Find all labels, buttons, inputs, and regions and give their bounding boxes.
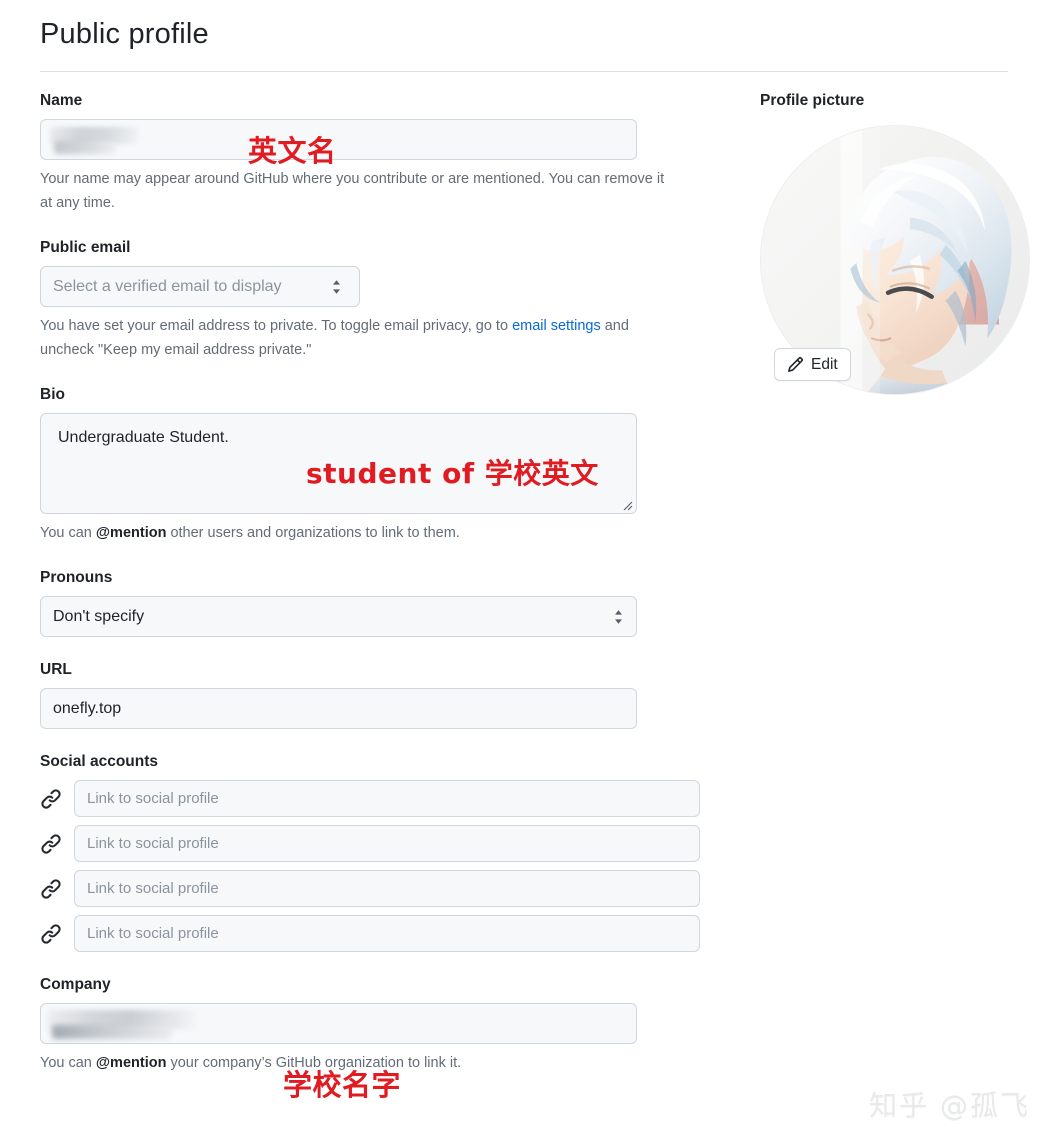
page-title: Public profile — [40, 18, 209, 50]
company-input[interactable] — [40, 1003, 637, 1044]
link-icon — [40, 833, 62, 855]
social-account-row — [40, 915, 700, 952]
company-input-wrapper — [40, 1003, 637, 1044]
edit-avatar-button[interactable]: Edit — [774, 348, 851, 381]
header-divider — [40, 71, 1008, 72]
public-email-selected-value: Select a verified email to display — [53, 277, 282, 295]
annotation-name: 英文名 — [248, 134, 337, 168]
bio-value: Undergraduate Student. — [58, 429, 229, 446]
annotation-company: 学校名字 — [283, 1068, 402, 1102]
public-email-help-text: You have set your email address to priva… — [40, 314, 670, 362]
public-email-select[interactable]: Select a verified email to display — [40, 266, 360, 307]
profile-picture-section: Profile picture Edit — [760, 90, 1040, 395]
public-profile-settings-page: Public profile Name Your name may appear… — [0, 0, 1048, 1142]
social-account-row — [40, 870, 700, 907]
profile-form: Name Your name may appear around GitHub … — [40, 90, 700, 1075]
chevron-updown-icon — [331, 279, 342, 295]
bio-help-before: You can — [40, 525, 96, 541]
name-input[interactable] — [40, 119, 637, 160]
pronouns-selected-value: Don't specify — [53, 607, 145, 625]
watermark: 知乎 @孤飞 — [869, 1089, 1030, 1122]
company-label: Company — [40, 976, 111, 993]
company-field-group: Company You can @mention your company’s … — [40, 974, 700, 1075]
pronouns-select[interactable]: Don't specify — [40, 596, 637, 637]
public-email-field-group: Public email Select a verified email to … — [40, 237, 700, 362]
company-help-before: You can — [40, 1055, 96, 1071]
social-profile-input[interactable] — [74, 780, 700, 817]
url-field-group: URL — [40, 659, 700, 729]
bio-help-text: You can @mention other users and organiz… — [40, 521, 670, 545]
pronouns-field-group: Pronouns Don't specify — [40, 567, 700, 637]
url-label: URL — [40, 661, 72, 678]
pencil-icon — [787, 356, 804, 373]
name-field-group: Name Your name may appear around GitHub … — [40, 90, 700, 215]
url-input[interactable] — [40, 688, 637, 729]
social-profile-input[interactable] — [74, 915, 700, 952]
profile-picture-label: Profile picture — [760, 92, 865, 109]
link-icon — [40, 878, 62, 900]
social-accounts-group: Social accounts — [40, 751, 700, 952]
social-profile-input[interactable] — [74, 825, 700, 862]
bio-help-after: other users and organizations to link to… — [166, 525, 460, 541]
name-input-wrapper — [40, 119, 637, 160]
social-account-row — [40, 780, 700, 817]
public-email-help-before: You have set your email address to priva… — [40, 318, 513, 334]
name-label: Name — [40, 92, 83, 109]
annotation-bio: student of 学校英文 — [306, 457, 599, 490]
social-profile-input[interactable] — [74, 870, 700, 907]
pronouns-label: Pronouns — [40, 569, 113, 586]
name-help-text: Your name may appear around GitHub where… — [40, 171, 665, 211]
chevron-updown-icon — [613, 609, 624, 625]
social-account-row — [40, 825, 700, 862]
company-mention-token: @mention — [95, 1055, 167, 1071]
link-icon — [40, 788, 62, 810]
resize-grip-icon[interactable] — [621, 498, 633, 511]
email-settings-link[interactable]: email settings — [512, 318, 601, 334]
public-email-label: Public email — [40, 239, 131, 256]
bio-mention-token: @mention — [95, 525, 167, 541]
edit-avatar-label: Edit — [811, 355, 838, 373]
bio-label: Bio — [40, 386, 65, 403]
social-accounts-label: Social accounts — [40, 753, 159, 770]
link-icon — [40, 923, 62, 945]
